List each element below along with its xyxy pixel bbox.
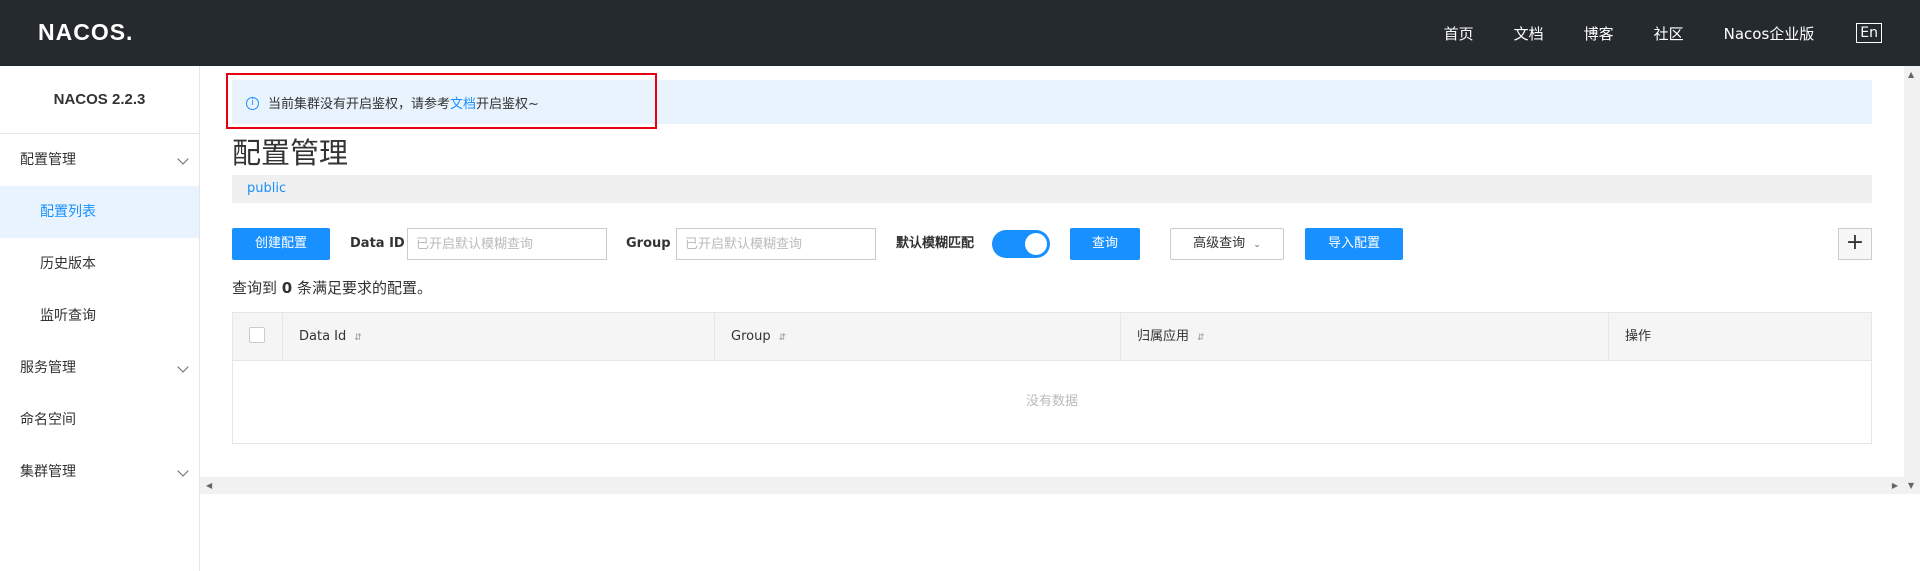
page-title: 配置管理 <box>232 136 349 170</box>
top-header: NACOS. 首页 文档 博客 社区 Nacos企业版 En <box>0 0 1920 66</box>
sort-icon[interactable]: ⇵ <box>354 333 362 343</box>
sidebar-item-label: 服务管理 <box>20 360 76 376</box>
select-all-checkbox[interactable] <box>249 327 265 343</box>
scroll-right-icon[interactable]: ▶ <box>1892 481 1898 490</box>
sidebar-item-listener-query[interactable]: 监听查询 <box>0 290 199 342</box>
empty-state: 没有数据 <box>1025 394 1078 409</box>
nav-enterprise[interactable]: Nacos企业版 <box>1724 23 1815 44</box>
column-label: Data Id <box>299 329 347 344</box>
sort-icon[interactable]: ⇵ <box>779 333 787 343</box>
namespace-public[interactable]: public <box>247 181 286 196</box>
toggle-knob <box>1025 233 1047 255</box>
column-dataid[interactable]: Data Id ⇵ <box>283 313 715 361</box>
nav-home[interactable]: 首页 <box>1444 23 1474 44</box>
table-header: Data Id ⇵ Group ⇵ 归属应用 ⇵ 操作 <box>233 313 1871 361</box>
sidebar-item-config-management[interactable]: 配置管理 <box>0 134 199 186</box>
result-summary: 查询到 0 条满足要求的配置。 <box>232 277 432 298</box>
column-label: 归属应用 <box>1137 329 1190 344</box>
sidebar-item-namespace[interactable]: 命名空间 <box>0 394 199 446</box>
sidebar-item-label: 监听查询 <box>40 308 96 324</box>
advanced-query-button[interactable]: 高级查询 ⌄ <box>1170 228 1284 260</box>
namespace-bar: public <box>232 175 1872 203</box>
column-group[interactable]: Group ⇵ <box>715 313 1121 361</box>
language-switch[interactable]: En <box>1856 23 1882 43</box>
nav-docs[interactable]: 文档 <box>1514 23 1544 44</box>
chevron-down-icon <box>177 153 189 165</box>
chevron-down-icon <box>177 465 189 477</box>
fuzzy-match-toggle[interactable] <box>992 230 1050 258</box>
select-all-cell <box>233 313 283 361</box>
nacos-logo[interactable]: NACOS. <box>38 19 133 46</box>
sidebar-item-service-management[interactable]: 服务管理 <box>0 342 199 394</box>
sidebar-item-config-list[interactable]: 配置列表 <box>0 186 199 238</box>
sidebar-item-label: 配置管理 <box>20 152 76 168</box>
advanced-query-label: 高级查询 <box>1193 236 1246 251</box>
sort-icon[interactable]: ⇵ <box>1197 333 1205 343</box>
create-config-button[interactable]: 创建配置 <box>232 228 330 260</box>
group-label: Group <box>626 236 671 251</box>
fuzzy-match-label: 默认模糊匹配 <box>896 236 975 251</box>
add-icon[interactable]: + <box>1838 228 1872 260</box>
top-nav: 首页 文档 博客 社区 Nacos企业版 En <box>1444 0 1920 66</box>
notice-text-after: 开启鉴权~ <box>476 96 539 112</box>
query-button[interactable]: 查询 <box>1070 228 1140 260</box>
auth-notice: i 当前集群没有开启鉴权，请参考 文档 开启鉴权~ <box>232 80 1872 124</box>
sidebar-item-cluster-management[interactable]: 集群管理 <box>0 446 199 498</box>
sidebar: NACOS 2.2.3 配置管理 配置列表 历史版本 监听查询 服务管理 命名空… <box>0 66 200 571</box>
column-label: 操作 <box>1625 329 1652 344</box>
sidebar-item-history[interactable]: 历史版本 <box>0 238 199 290</box>
sidebar-item-label: 集群管理 <box>20 464 76 480</box>
scroll-up-icon[interactable]: ▲ <box>1908 70 1914 79</box>
version-label: NACOS 2.2.3 <box>0 66 199 134</box>
column-app[interactable]: 归属应用 ⇵ <box>1121 313 1609 361</box>
import-config-button[interactable]: 导入配置 <box>1305 228 1403 260</box>
result-prefix: 查询到 <box>232 279 278 297</box>
scroll-left-icon[interactable]: ◀ <box>206 481 212 490</box>
scroll-down-icon[interactable]: ▼ <box>1908 481 1914 490</box>
column-operation: 操作 <box>1609 313 1871 361</box>
chevron-down-icon: ⌄ <box>1253 240 1261 250</box>
sidebar-item-label: 配置列表 <box>40 204 96 220</box>
nav-community[interactable]: 社区 <box>1654 23 1684 44</box>
sidebar-item-label: 命名空间 <box>20 412 76 428</box>
result-count: 0 <box>281 279 293 297</box>
nav-blog[interactable]: 博客 <box>1584 23 1614 44</box>
horizontal-scrollbar[interactable]: ◀ ▶ <box>200 477 1904 494</box>
group-input[interactable] <box>676 228 876 260</box>
vertical-scrollbar[interactable]: ▲ ▼ <box>1904 66 1920 494</box>
notice-text-before: 当前集群没有开启鉴权，请参考 <box>268 96 451 112</box>
config-table: Data Id ⇵ Group ⇵ 归属应用 ⇵ 操作 没有数据 <box>232 312 1872 444</box>
sidebar-item-label: 历史版本 <box>40 256 96 272</box>
chevron-down-icon <box>177 361 189 373</box>
dataid-input[interactable] <box>407 228 607 260</box>
column-label: Group <box>731 329 771 344</box>
toolbar: 创建配置 Data ID Group 默认模糊匹配 查询 高级查询 ⌄ 导入配置… <box>232 228 1872 260</box>
result-suffix: 条满足要求的配置。 <box>297 279 433 297</box>
info-icon: i <box>246 96 259 110</box>
dataid-label: Data ID <box>350 236 405 251</box>
notice-docs-link[interactable]: 文档 <box>450 93 476 112</box>
